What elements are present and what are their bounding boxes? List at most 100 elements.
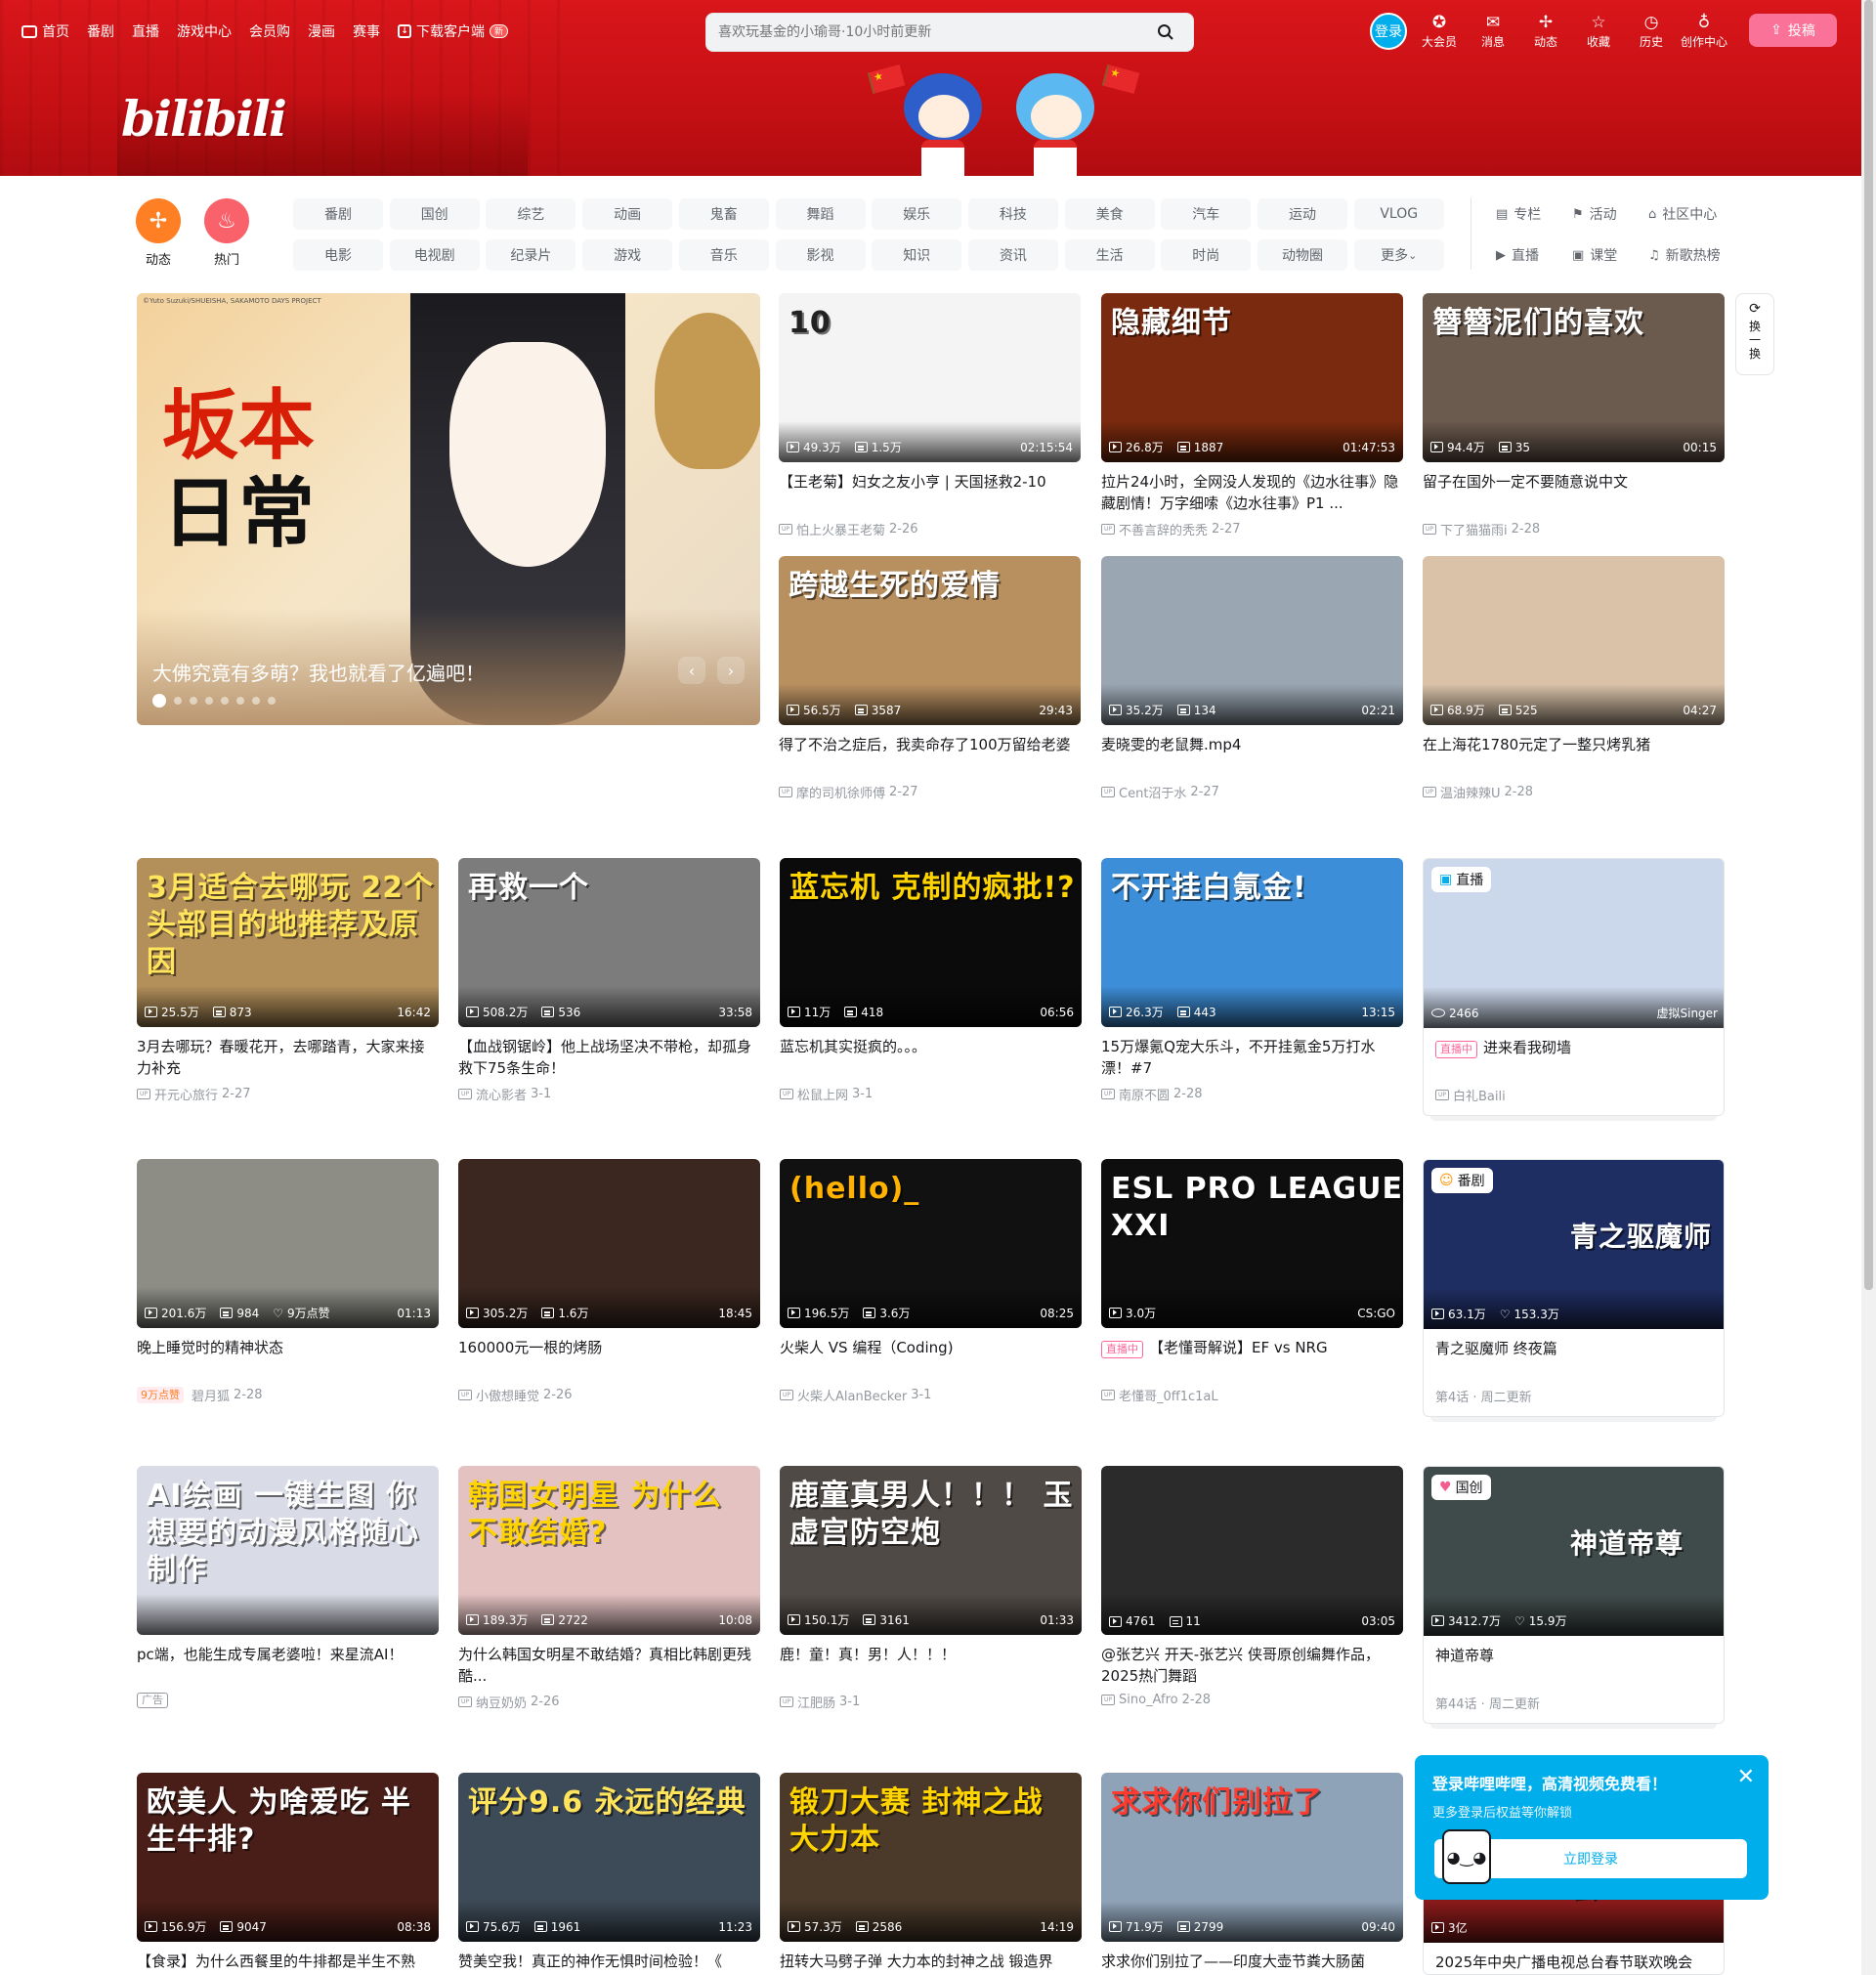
close-icon[interactable]: ✕ [1737,1767,1755,1788]
category-chip[interactable]: 番剧 [293,198,383,230]
video-title[interactable]: 【血战钢锯岭】他上战场坚决不带枪，却孤身救下75条生命！ [458,1036,760,1079]
special-thumbnail[interactable]: 神道帝尊 3412.7万 ♡ 15.9万 ♥ 国创 [1424,1467,1724,1636]
video-card[interactable]: 锻刀大赛 封神之战 大力本 57.3万 2586 14:19 扭转大马劈子弹 大力本的封… [780,1773,1082,1975]
video-card[interactable]: 不开挂白氪金! 26.3万 443 13:15 15万爆氪Q宠大乐斗，不开挂氪金5万打水… [1101,858,1403,1103]
special-title[interactable]: 青之驱魔师 终夜篇 [1424,1338,1724,1381]
uploader-name[interactable]: 流心影者 [476,1085,527,1103]
video-card[interactable]: 隐藏细节 26.8万 1887 01:47:53 拉片24小时，全网没人发现的《边水往事… [1101,293,1403,538]
video-card[interactable]: 欧美人 为啥爱吃 半生牛排? 156.9万 9047 08:38 【食录】为什么西餐里的… [137,1773,439,1975]
video-title[interactable]: 直播中 【老懂哥解说】EF vs NRG [1101,1337,1403,1380]
category-chip[interactable]: 纪录片 [486,239,576,271]
video-thumbnail[interactable]: 锻刀大赛 封神之战 大力本 57.3万 2586 14:19 [780,1773,1082,1942]
video-title[interactable]: @张艺兴 开天-张艺兴 侠哥原创编舞作品，2025热门舞蹈 [1101,1644,1403,1687]
special-card[interactable]: 青之驱魔师 63.1万 ♡ 153.3万 ☺ 番剧 青之驱魔师 终夜篇 第4话 · 周二更新 [1423,1159,1725,1417]
carousel-dot[interactable] [152,694,166,708]
side-link-hot-songs[interactable]: ♫ 新歌热榜 [1648,245,1721,265]
carousel-dot[interactable] [190,697,197,705]
video-thumbnail[interactable]: 10 49.3万 1.5万 02:15:54 [779,293,1081,462]
category-chip[interactable]: 资讯 [967,239,1058,271]
video-card[interactable]: 韩国女明星 为什么 不敢结婚? 189.3万 2722 10:08 为什么韩国女明星不敢… [458,1466,760,1711]
video-card[interactable]: 305.2万 1.6万 18:45 160000元一根的烤肠 UP 小傲想睡觉 2-26 [458,1159,760,1404]
uploader-name[interactable]: 不善言辞的秃秃 [1119,520,1208,538]
video-title[interactable]: 3月去哪玩？春暖花开，去哪踏青，大家来接力补充 [137,1036,439,1079]
special-card[interactable]: 神道帝尊 3412.7万 ♡ 15.9万 ♥ 国创 神道帝尊 第44话 · 周二更新 [1423,1466,1725,1724]
carousel-banner[interactable]: ©Yuto Suzuki/SHUEISHA, SAKAMOTO DAYS PRO… [137,293,760,725]
video-title[interactable]: 160000元一根的烤肠 [458,1337,760,1380]
video-thumbnail[interactable]: 35.2万 134 02:21 [1101,556,1403,725]
bilibili-logo[interactable]: bilibili [121,90,287,148]
video-thumbnail[interactable]: 评分9.6 永远的经典 75.6万 1961 11:23 [458,1773,760,1942]
nav-home[interactable]: 首页 [21,21,69,41]
special-thumbnail[interactable]: 青之驱魔师 63.1万 ♡ 153.3万 ☺ 番剧 [1424,1160,1724,1329]
category-chip[interactable]: 影视 [775,239,866,271]
banner-caption[interactable]: 大佛究竟有多萌？我也就看了亿遍吧！ [152,658,485,686]
carousel-next-button[interactable]: › [717,657,745,684]
category-chip[interactable]: 游戏 [582,239,673,271]
video-thumbnail[interactable]: 簪簪泥们的喜欢 94.4万 35 00:15 [1423,293,1725,462]
uploader-name[interactable]: 温油辣辣U [1440,783,1501,801]
video-thumbnail[interactable]: 3月适合去哪玩 22个头部目的地推荐及原因 25.5万 873 16:42 [137,858,439,1027]
video-thumbnail[interactable]: (hello)_ 196.5万 3.6万 08:25 [780,1159,1082,1328]
uploader-name[interactable]: 南原不圆 [1119,1085,1170,1103]
category-chip[interactable]: 更多 ⌄ [1353,239,1444,271]
special-card[interactable]: 2466 虚拟Singer ▣ 直播 直播中 进来看我砌墙 UP 白礼Baili [1423,858,1725,1116]
page-scrollbar[interactable] [1861,0,1876,1975]
category-chip[interactable]: 鬼畜 [678,198,769,230]
video-card[interactable]: 68.9万 525 04:27 在上海花1780元定了一整只烤乳猪 UP 温油辣辣U 2-2… [1423,556,1725,801]
video-title[interactable]: 扭转大马劈子弹 大力本的封神之战 锻造界 [780,1951,1082,1975]
nav-download-client[interactable]: ↓ 下载客户端新 [398,21,509,41]
nav-game-center[interactable]: 游戏中心 [177,21,232,41]
video-card[interactable]: 鹿童真男人！！！ 玉虚宫防空炮 150.1万 3161 01:33 鹿！童！真！男！人！… [780,1466,1082,1711]
uploader-name[interactable]: 火柴人AlanBecker [797,1386,907,1404]
category-chip[interactable]: 综艺 [486,198,576,230]
upload-button[interactable]: ⇪ 投稿 [1749,14,1837,47]
video-card[interactable]: ESL PRO LEAGUE XXI 3.0万 CS:GO 直播中 【老懂哥解说】EF … [1101,1159,1403,1404]
video-title[interactable]: 麦晓雯的老鼠舞.mp4 [1101,734,1403,777]
uploader-name[interactable]: 老懂哥_0ff1c1aL [1119,1386,1218,1404]
entry-dynamic[interactable]: ✢ 动态 [1519,12,1572,50]
uploader-name[interactable]: 开元心旅行 [154,1085,218,1103]
nav-mall[interactable]: 会员购 [249,21,290,41]
video-title[interactable]: 蓝忘机其实挺疯的。。。 [780,1036,1082,1079]
category-chip[interactable]: 运动 [1258,198,1347,230]
video-title[interactable]: 【食录】为什么西餐里的牛排都是半生不熟 [137,1951,439,1975]
video-card[interactable]: 蓝忘机 克制的疯批!? 11万 418 06:56 蓝忘机其实挺疯的。。。 UP 松鼠上网 3… [780,858,1082,1103]
video-title[interactable]: 在上海花1780元定了一整只烤乳猪 [1423,734,1725,777]
category-chip[interactable]: 汽车 [1161,198,1252,230]
channel-hot[interactable]: ♨ 热门 [197,198,256,268]
video-thumbnail[interactable]: 68.9万 525 04:27 [1423,556,1725,725]
category-chip[interactable]: 时尚 [1161,239,1252,271]
uploader-name[interactable]: 碧月狐 [192,1386,230,1404]
category-chip[interactable]: 舞蹈 [775,198,866,230]
category-chip[interactable]: 知识 [872,239,962,271]
video-title[interactable]: 15万爆氪Q宠大乐斗，不开挂氪金5万打水漂！#7 [1101,1036,1403,1079]
nav-live[interactable]: 直播 [132,21,159,41]
side-link-activity[interactable]: ⚑ 活动 [1572,204,1617,224]
uploader-name[interactable]: 摩的司机徐师傅 [796,783,885,801]
video-thumbnail[interactable]: 201.6万 984 ♡ 9万点赞 01:13 [137,1159,439,1328]
category-chip[interactable]: 美食 [1064,198,1155,230]
video-thumbnail[interactable]: 欧美人 为啥爱吃 半生牛排? 156.9万 9047 08:38 [137,1773,439,1942]
nav-manga[interactable]: 漫画 [308,21,335,41]
video-thumbnail[interactable]: AI绘画 一键生图 你想要的动漫风格随心制作 [137,1466,439,1635]
category-chip[interactable]: 音乐 [678,239,769,271]
video-card[interactable]: AI绘画 一键生图 你想要的动漫风格随心制作 pc端，也能生成专属老婆啦！来星流A… [137,1466,439,1708]
video-thumbnail[interactable]: 鹿童真男人！！！ 玉虚宫防空炮 150.1万 3161 01:33 [780,1466,1082,1635]
video-title[interactable]: pc端，也能生成专属老婆啦！来星流AI！ [137,1644,439,1687]
video-thumbnail[interactable]: 跨越生死的爱情 56.5万 3587 29:43 [779,556,1081,725]
category-chip[interactable]: VLOG [1353,198,1444,230]
video-card[interactable]: 求求你们别拉了 71.9万 2799 09:40 求求你们别拉了——印度大壶节粪大肠菌 [1101,1773,1403,1975]
video-title[interactable]: 鹿！童！真！男！人！！！ [780,1644,1082,1687]
entry-history[interactable]: ◷ 历史 [1625,12,1678,50]
video-title[interactable]: 求求你们别拉了——印度大壶节粪大肠菌 [1101,1951,1403,1975]
video-card[interactable]: 201.6万 984 ♡ 9万点赞 01:13 晚上睡觉时的精神状态 9万点赞 碧月狐 2-28 [137,1159,439,1404]
video-card[interactable]: 评分9.6 永远的经典 75.6万 1961 11:23 赞美空我！真正的神作无惧时间检… [458,1773,760,1975]
video-title[interactable]: 留子在国外一定不要随意说中文 [1423,471,1725,514]
category-chip[interactable]: 动画 [582,198,673,230]
video-thumbnail[interactable]: 不开挂白氪金! 26.3万 443 13:15 [1101,858,1403,1027]
category-chip[interactable]: 科技 [967,198,1058,230]
video-thumbnail[interactable]: 求求你们别拉了 71.9万 2799 09:40 [1101,1773,1403,1942]
uploader-name[interactable]: Sino_Afro [1119,1693,1178,1707]
video-title[interactable]: 为什么韩国女明星不敢结婚？真相比韩剧更残酷... [458,1644,760,1687]
uploader-name[interactable]: 松鼠上网 [797,1085,848,1103]
